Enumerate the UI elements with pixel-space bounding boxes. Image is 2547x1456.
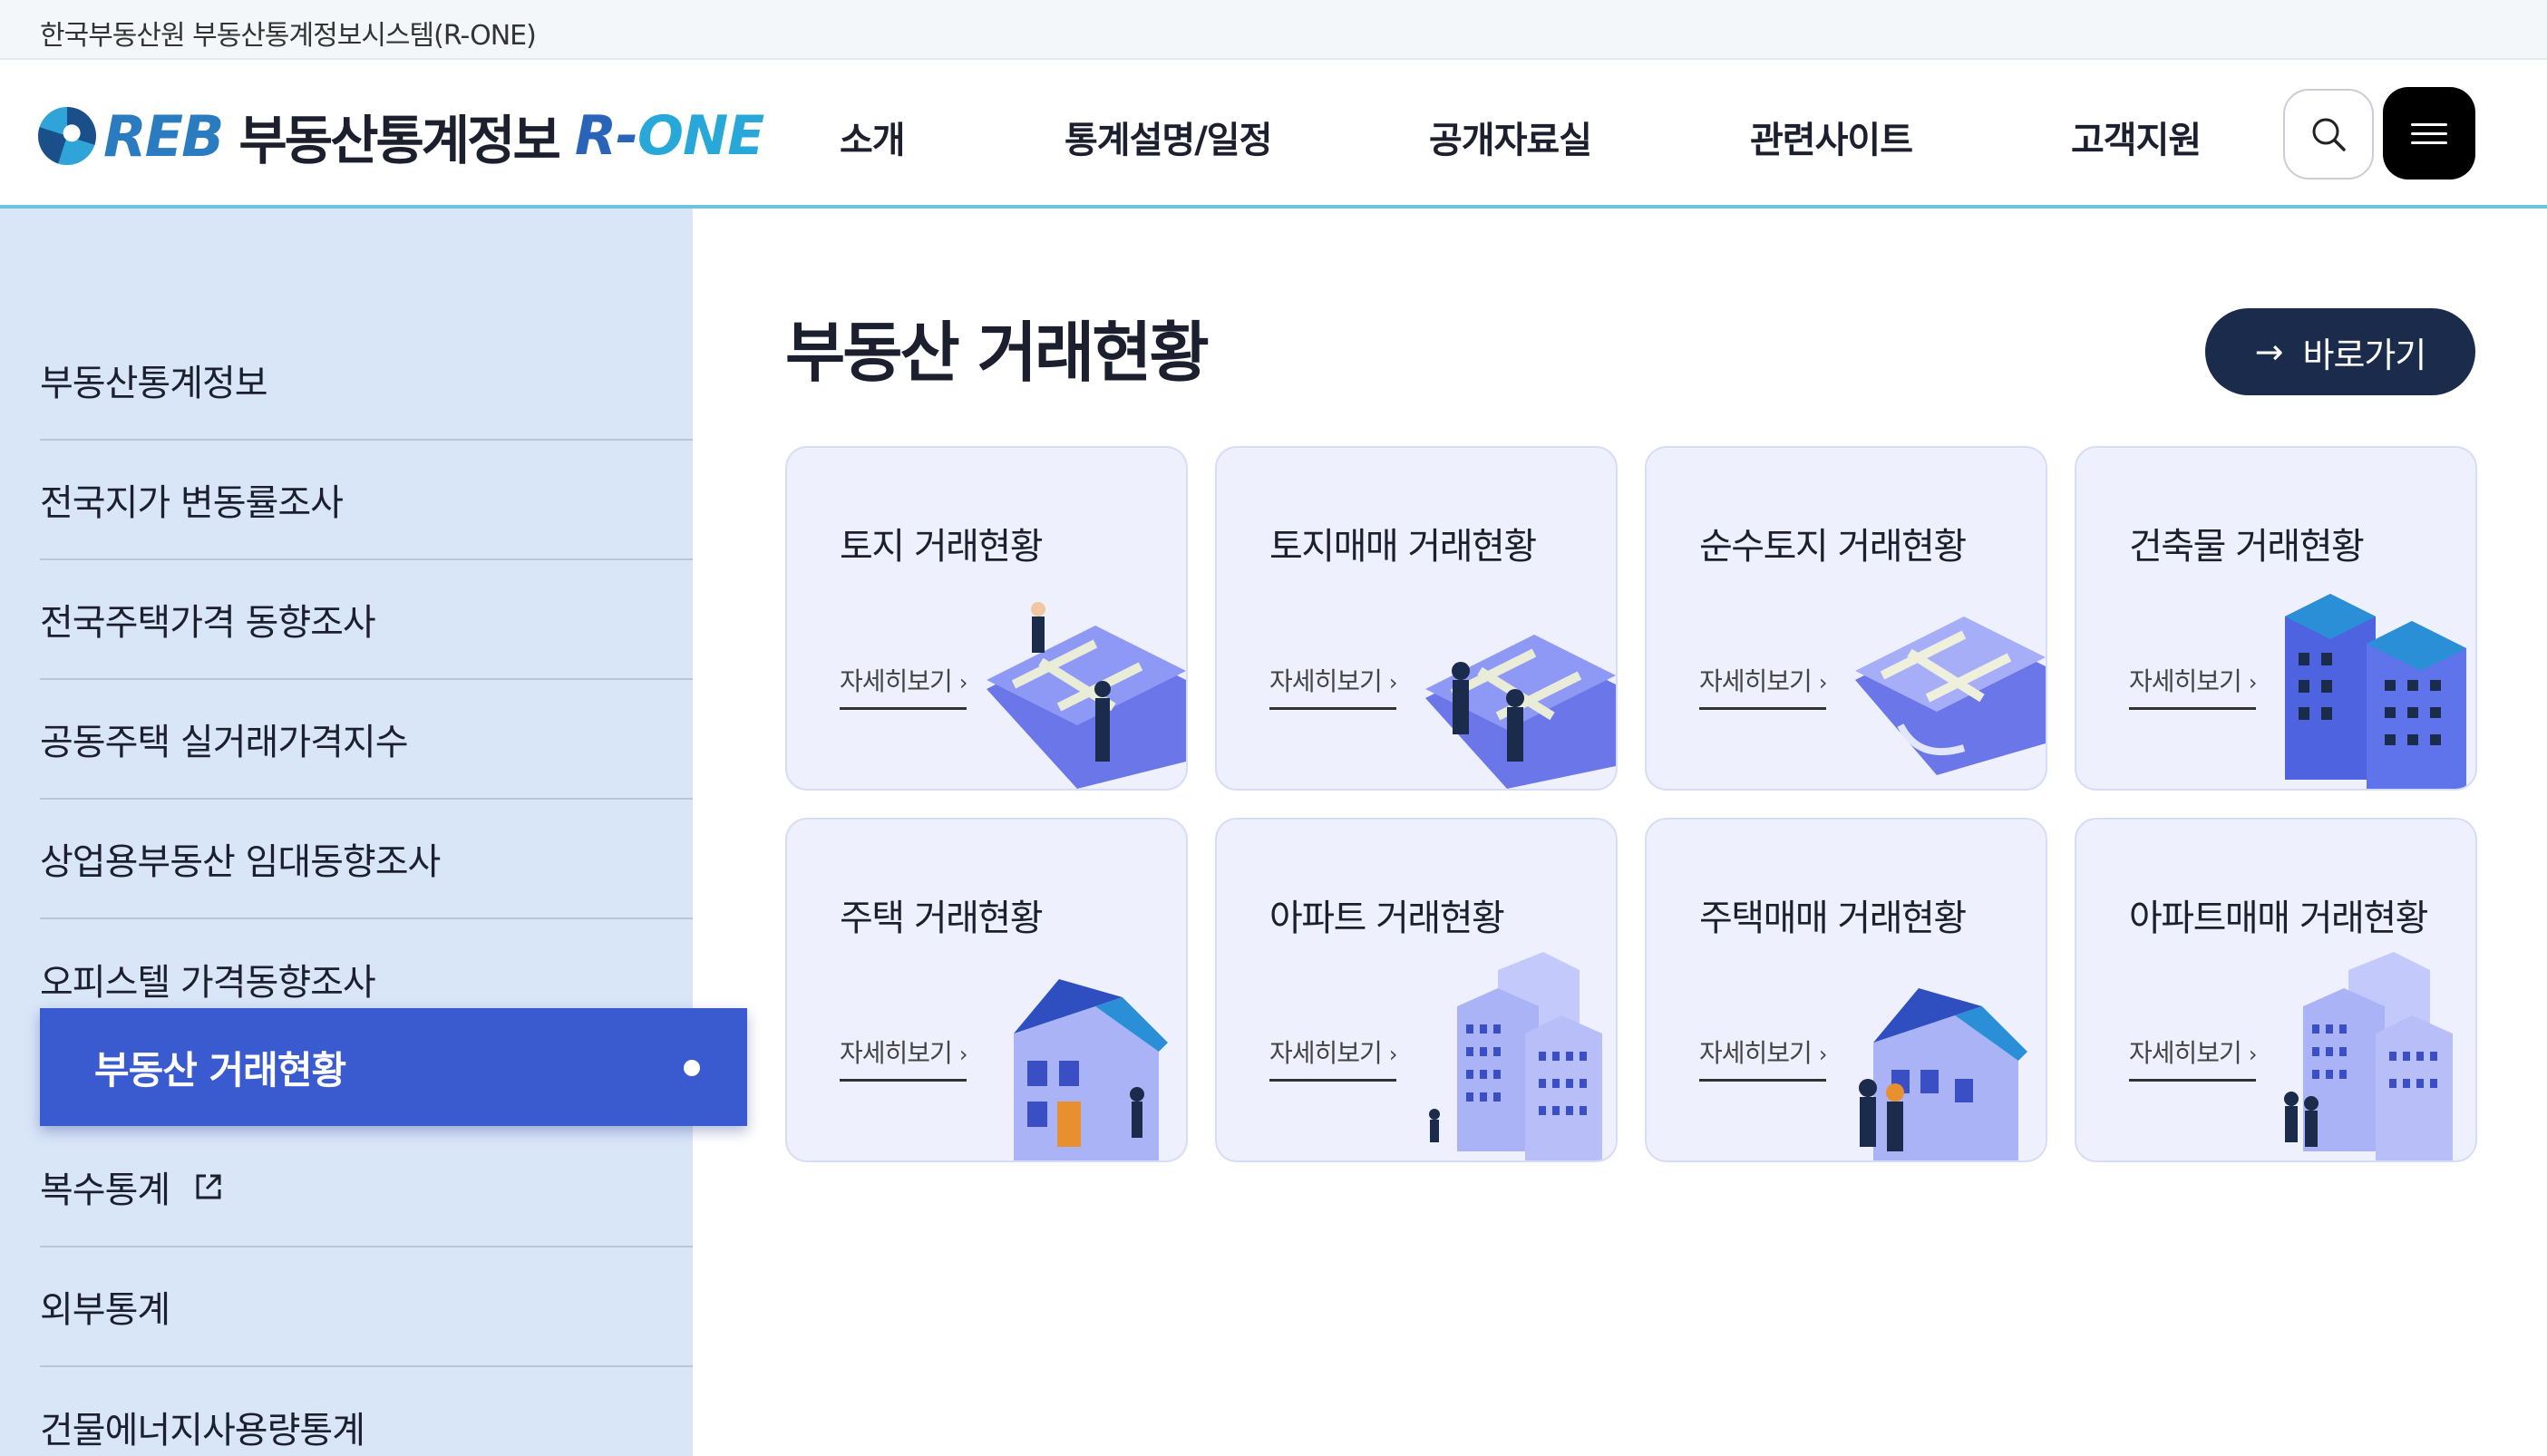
card-more-link[interactable]: 자세히보기 › [1269, 662, 1397, 710]
sidebar-item-multiple-stats[interactable]: 복수통계 [40, 1128, 693, 1247]
card-more-link[interactable]: 자세히보기 › [840, 662, 967, 710]
site-name-text: 한국부동산원 부동산통계정보시스템(R-ONE) [40, 20, 537, 52]
search-icon [2312, 118, 2346, 151]
sidebar-item-apartment-index[interactable]: 공동주택 실거래가격지수 [40, 680, 693, 800]
menu-icon [2411, 117, 2447, 150]
search-button[interactable] [2283, 89, 2374, 180]
sidebar-item-label: 복수통계 [40, 1170, 170, 1211]
external-link-icon [193, 1171, 224, 1202]
nav-item-related-sites[interactable]: 관련사이트 [1750, 111, 1913, 165]
logo-reb-text: REB [103, 102, 224, 170]
nav-item-intro[interactable]: 소개 [840, 111, 906, 165]
house-sale-illustration-icon [1859, 988, 2027, 1160]
nav-item-public-data[interactable]: 공개자료실 [1429, 111, 1592, 165]
page-title: 부동산 거래현황 [785, 315, 1210, 391]
apartment-illustration-icon [1429, 952, 1602, 1160]
nav-item-stats-schedule[interactable]: 통계설명/일정 [1064, 111, 1272, 165]
logo-rone: R-ONE [574, 104, 764, 168]
sidebar-item-land-price[interactable]: 전국지가 변동률조사 [40, 441, 693, 560]
card-land-sale-transactions[interactable]: 토지매매 거래현황 자세히보기 › [1215, 446, 1618, 791]
header: REB 부동산통계정보 R-ONE 소개 통계설명/일정 공개자료실 관련사이트… [0, 60, 2547, 209]
card-more-link[interactable]: 자세히보기 › [1269, 1034, 1397, 1082]
top-bar: 한국부동산원 부동산통계정보시스템(R-ONE) [0, 0, 2547, 60]
card-title: 토지 거래현황 [840, 526, 1044, 568]
house-illustration-icon [1014, 979, 1168, 1160]
sidebar-item-real-estate-stats[interactable]: 부동산통계정보 [40, 321, 693, 441]
menu-button[interactable] [2383, 87, 2475, 180]
building-illustration-icon [2285, 594, 2466, 789]
card-land-transactions[interactable]: 토지 거래현황 자세히보기 › [785, 446, 1188, 791]
card-title: 아파트 거래현황 [1269, 898, 1505, 939]
reb-logo-mark-icon [38, 107, 96, 165]
card-title: 토지매매 거래현황 [1269, 526, 1537, 568]
card-apartment-sale-transactions[interactable]: 아파트매매 거래현황 자세히보기 › [2075, 818, 2477, 1162]
pure-land-illustration-icon [1855, 616, 2046, 775]
arrow-right-icon: → [2254, 332, 2284, 372]
land-sale-illustration-icon [1425, 635, 1616, 789]
land-map-illustration-icon [987, 602, 1186, 789]
card-housing-transactions[interactable]: 주택 거래현황 자세히보기 › [785, 818, 1188, 1162]
sidebar-item-transaction-status[interactable]: 부동산 거래현황 [40, 1008, 747, 1126]
card-more-link[interactable]: 자세히보기 › [1699, 662, 1827, 710]
logo-title: 부동산통계정보 [238, 110, 561, 171]
card-title: 건축물 거래현황 [2129, 526, 2365, 568]
card-more-link[interactable]: 자세히보기 › [2129, 662, 2257, 710]
card-title: 순수토지 거래현황 [1699, 526, 1967, 568]
card-apartment-transactions[interactable]: 아파트 거래현황 자세히보기 › [1215, 818, 1618, 1162]
goto-button[interactable]: → 바로가기 [2205, 308, 2475, 395]
card-title: 아파트매매 거래현황 [2129, 898, 2428, 939]
card-title: 주택 거래현황 [840, 898, 1044, 939]
sidebar-item-housing-price[interactable]: 전국주택가격 동향조사 [40, 560, 693, 680]
goto-button-label: 바로가기 [2302, 335, 2427, 375]
sidebar-item-commercial-rent[interactable]: 상업용부동산 임대동향조사 [40, 800, 693, 919]
sidebar-item-building-energy[interactable]: 건물에너지사용량통계 [40, 1367, 693, 1456]
card-more-link[interactable]: 자세히보기 › [1699, 1034, 1827, 1082]
sidebar: 부동산통계정보 전국지가 변동률조사 전국주택가격 동향조사 공동주택 실거래가… [0, 209, 693, 1456]
logo[interactable]: REB 부동산통계정보 R-ONE [38, 100, 764, 172]
card-more-link[interactable]: 자세히보기 › [2129, 1034, 2257, 1082]
apartment-sale-illustration-icon [2284, 952, 2453, 1160]
card-more-link[interactable]: 자세히보기 › [840, 1034, 967, 1082]
card-pure-land-transactions[interactable]: 순수토지 거래현황 자세히보기 › [1645, 446, 2047, 791]
card-house-sale-transactions[interactable]: 주택매매 거래현황 자세히보기 › [1645, 818, 2047, 1162]
active-dot-icon [684, 1060, 700, 1076]
sidebar-item-label: 부동산 거래현황 [94, 1047, 346, 1092]
card-building-transactions[interactable]: 건축물 거래현황 자세히보기 › [2075, 446, 2477, 791]
sidebar-item-external-stats[interactable]: 외부통계 [40, 1247, 693, 1367]
nav-item-support[interactable]: 고객지원 [2071, 111, 2202, 165]
card-title: 주택매매 거래현황 [1699, 898, 1967, 939]
